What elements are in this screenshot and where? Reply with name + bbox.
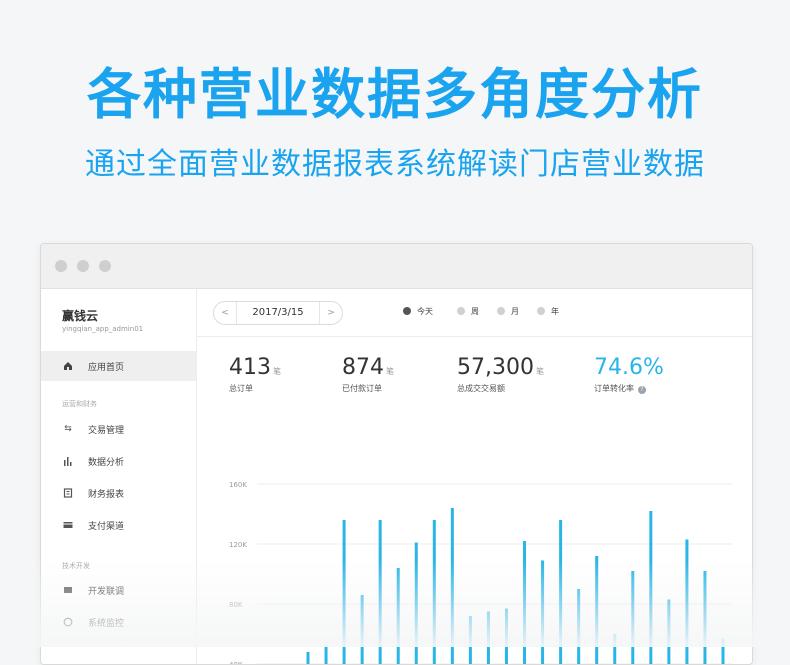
date-picker: < 2017/3/15 > bbox=[213, 301, 343, 325]
radio-dot-icon bbox=[537, 307, 545, 315]
chart-bar[interactable] bbox=[613, 634, 616, 665]
stat-unit: 笔 bbox=[536, 367, 544, 376]
bar-chart-icon bbox=[63, 456, 73, 466]
sidebar-item-label: 支付渠道 bbox=[88, 519, 124, 532]
chart-bar[interactable] bbox=[523, 541, 526, 665]
chart-bar[interactable] bbox=[667, 600, 670, 665]
chart-bar[interactable] bbox=[541, 561, 544, 665]
stat-unit: 笔 bbox=[273, 367, 281, 376]
stat-label: 已付款订单 bbox=[342, 383, 394, 394]
brand-name: 赢钱云 bbox=[62, 307, 98, 324]
y-tick-label: 40K bbox=[229, 661, 243, 665]
toolbar-divider bbox=[197, 336, 752, 337]
range-label: 年 bbox=[551, 307, 559, 316]
sidebar-item-label: 财务报表 bbox=[88, 487, 124, 500]
report-icon bbox=[63, 488, 73, 498]
range-option-today[interactable]: 今天 bbox=[403, 306, 433, 317]
range-option-year[interactable]: 年 bbox=[537, 306, 559, 317]
section-operations: 运营和财务 bbox=[62, 399, 97, 409]
chart-bar[interactable] bbox=[577, 589, 580, 665]
chart-bar[interactable] bbox=[631, 571, 634, 665]
sidebar-item-payment-channels[interactable]: 支付渠道 bbox=[41, 510, 196, 540]
stat-total-amount: 57,300笔 总成交交易额 bbox=[457, 355, 544, 394]
hero-subtitle: 通过全面营业数据报表系统解读门店营业数据 bbox=[0, 145, 790, 185]
sidebar-item-label: 系统监控 bbox=[88, 616, 124, 629]
stat-label: 订单转化率 bbox=[594, 384, 634, 393]
chart-bar[interactable] bbox=[451, 508, 454, 665]
chart-bar[interactable] bbox=[361, 595, 364, 665]
window-minimize-dot[interactable] bbox=[77, 260, 89, 272]
stat-paid-orders: 874笔 已付款订单 bbox=[342, 355, 394, 394]
stat-value: 874 bbox=[342, 355, 384, 380]
chart-bar[interactable] bbox=[433, 520, 436, 665]
sidebar-item-analytics[interactable]: 数据分析 bbox=[41, 446, 196, 476]
dev-icon bbox=[63, 585, 73, 595]
window-close-dot[interactable] bbox=[55, 260, 67, 272]
range-label: 周 bbox=[471, 307, 479, 316]
sidebar-item-monitoring[interactable]: 系统监控 bbox=[41, 607, 196, 637]
chart-bar[interactable] bbox=[505, 609, 508, 665]
sidebar-item-label: 数据分析 bbox=[88, 455, 124, 468]
sidebar-item-label: 应用首页 bbox=[88, 360, 124, 373]
date-display[interactable]: 2017/3/15 bbox=[236, 302, 320, 324]
y-tick-label: 120K bbox=[229, 541, 247, 549]
stat-value: 57,300 bbox=[457, 355, 534, 380]
chart-bar[interactable] bbox=[559, 520, 562, 665]
monitor-icon bbox=[63, 617, 73, 627]
bar-chart: 160K 120K 80K 40K bbox=[197, 414, 752, 665]
chart-bar[interactable] bbox=[343, 520, 346, 665]
stat-unit: 笔 bbox=[386, 367, 394, 376]
chart-bar[interactable] bbox=[487, 612, 490, 665]
chart-bar[interactable] bbox=[722, 639, 725, 665]
section-development: 技术开发 bbox=[62, 561, 90, 571]
y-tick-label: 80K bbox=[229, 601, 243, 609]
help-icon[interactable]: ? bbox=[638, 386, 646, 394]
radio-dot-icon bbox=[457, 307, 465, 315]
stat-value: 74.6% bbox=[594, 355, 664, 380]
chart-bar[interactable] bbox=[703, 571, 706, 665]
stat-label: 总成交交易额 bbox=[457, 383, 544, 394]
account-name: yingqian_app_admin01 bbox=[62, 325, 143, 333]
stat-label: 总订单 bbox=[229, 383, 281, 394]
chart-bar[interactable] bbox=[685, 540, 688, 665]
range-option-month[interactable]: 月 bbox=[497, 306, 519, 317]
sidebar-item-dev-debug[interactable]: 开发联调 bbox=[41, 575, 196, 605]
prev-day-button[interactable]: < bbox=[214, 302, 237, 324]
chart-bar[interactable] bbox=[397, 568, 400, 665]
sidebar-item-transactions[interactable]: ⇆ 交易管理 bbox=[41, 414, 196, 444]
stat-conversion-rate: 74.6% 订单转化率? bbox=[594, 355, 664, 394]
range-label: 月 bbox=[511, 307, 519, 316]
range-option-week[interactable]: 周 bbox=[457, 306, 479, 317]
next-day-button[interactable]: > bbox=[319, 302, 342, 324]
chart-bar[interactable] bbox=[325, 646, 328, 665]
sidebar-item-label: 交易管理 bbox=[88, 423, 124, 436]
radio-dot-icon bbox=[497, 307, 505, 315]
chart-bar[interactable] bbox=[469, 616, 472, 665]
sidebar-item-home[interactable]: 应用首页 bbox=[41, 351, 196, 381]
home-icon bbox=[63, 361, 73, 371]
y-tick-label: 160K bbox=[229, 481, 247, 489]
range-label: 今天 bbox=[417, 307, 433, 316]
window-maximize-dot[interactable] bbox=[99, 260, 111, 272]
app-window: 赢钱云 yingqian_app_admin01 应用首页 运营和财务 ⇆ 交易… bbox=[40, 243, 753, 665]
stat-total-orders: 413笔 总订单 bbox=[229, 355, 281, 394]
radio-dot-icon bbox=[403, 307, 411, 315]
sidebar: 赢钱云 yingqian_app_admin01 应用首页 运营和财务 ⇆ 交易… bbox=[41, 289, 197, 665]
window-titlebar bbox=[41, 244, 752, 289]
exchange-icon: ⇆ bbox=[63, 424, 73, 434]
chart-bar[interactable] bbox=[649, 511, 652, 665]
sidebar-item-label: 开发联调 bbox=[88, 584, 124, 597]
hero-title: 各种营业数据多角度分析 bbox=[0, 60, 790, 130]
chart-bar[interactable] bbox=[307, 652, 310, 665]
stat-value: 413 bbox=[229, 355, 271, 380]
main-content: < 2017/3/15 > 今天 周 月 年 413笔 总订单 874笔 已付款… bbox=[197, 289, 752, 665]
chart-bar[interactable] bbox=[595, 556, 598, 665]
chart-bar[interactable] bbox=[379, 520, 382, 665]
sidebar-item-reports[interactable]: 财务报表 bbox=[41, 478, 196, 508]
card-icon bbox=[63, 520, 73, 530]
